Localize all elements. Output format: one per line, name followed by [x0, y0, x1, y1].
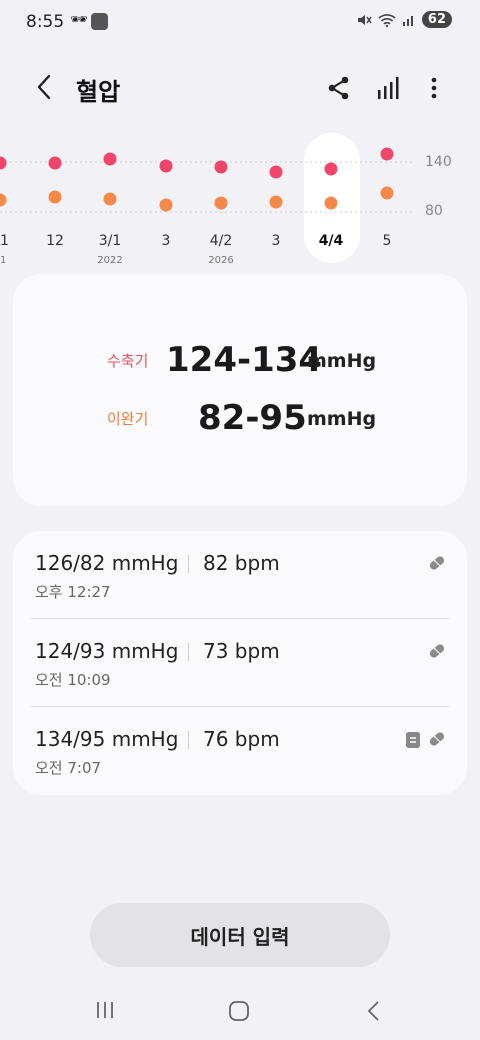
diastolic-point [48, 190, 62, 204]
systolic-point [380, 147, 394, 161]
x-tick-label[interactable]: 11 [0, 233, 25, 249]
record-item[interactable]: 126/82 mmHg 82 bpm 오후 12:27 [13, 531, 467, 619]
diastolic-label: 이완기 [107, 410, 149, 428]
pill-icon [429, 556, 445, 570]
x-tick-label[interactable]: 12 [30, 233, 80, 249]
diastolic-point [0, 193, 7, 207]
diastolic-point [159, 198, 173, 212]
systolic-point [0, 156, 7, 170]
record-time: 오전 10:09 [35, 671, 111, 689]
status-icons: 62 [356, 11, 452, 28]
system-nav-bar [0, 985, 480, 1040]
record-separator [188, 731, 189, 749]
x-tick-year: 21 [0, 255, 7, 266]
y-tick-140: 140 [425, 154, 452, 170]
record-separator [188, 643, 189, 661]
systolic-range: 124-134 [166, 340, 323, 380]
recent-apps-icon[interactable] [94, 999, 116, 1021]
record-item[interactable]: 124/93 mmHg 73 bpm 오전 10:09 [13, 619, 467, 707]
battery-icon: 62 [421, 11, 452, 28]
page-title: 혈압 [76, 78, 121, 106]
x-tick-year: 2026 [208, 255, 234, 266]
mute-icon [357, 14, 372, 25]
x-tick-label[interactable]: 3 [141, 233, 191, 249]
record-time: 오후 12:27 [35, 583, 111, 601]
record-item[interactable]: 134/95 mmHg 76 bpm 오전 7:07 [13, 707, 467, 795]
x-tick-label[interactable]: 5 [362, 233, 412, 249]
diastolic-point [380, 186, 394, 200]
record-separator [188, 555, 189, 573]
systolic-row: 수축기 124-134 mmHg [13, 340, 467, 380]
signal-icon [402, 15, 413, 26]
note-icon [406, 732, 420, 748]
record-bpm: 73 bpm [203, 639, 280, 663]
y-tick-80: 80 [425, 203, 443, 219]
app-notification-icon [91, 13, 108, 30]
x-tick-label[interactable]: 3 [251, 233, 301, 249]
pill-icon [429, 732, 445, 746]
status-time: 8:55 [26, 12, 65, 32]
systolic-unit: mmHg [307, 350, 377, 372]
systolic-point [214, 160, 228, 174]
systolic-point [48, 156, 62, 170]
back-icon[interactable] [364, 999, 384, 1023]
bp-trend-chart[interactable] [0, 130, 480, 230]
systolic-point [269, 165, 283, 179]
status-bar: 8:55 🕶 62 [0, 0, 480, 44]
wifi-icon [378, 13, 396, 27]
diastolic-unit: mmHg [307, 408, 377, 430]
x-tick-label[interactable]: 4/2 [196, 233, 246, 249]
diastolic-row: 이완기 82-95 mmHg [13, 398, 467, 438]
diastolic-point [214, 196, 228, 210]
pill-icon [429, 644, 445, 658]
systolic-point [103, 152, 117, 166]
record-time: 오전 7:07 [35, 759, 102, 777]
glasses-icon: 🕶 [70, 12, 88, 28]
chevron-left-icon[interactable] [32, 72, 58, 102]
share-icon[interactable] [325, 74, 353, 102]
more-vert-icon[interactable] [420, 74, 448, 102]
diastolic-point [324, 196, 338, 210]
systolic-label: 수축기 [107, 352, 149, 370]
data-input-button[interactable]: 데이터 입력 [90, 903, 390, 967]
data-input-label: 데이터 입력 [190, 924, 290, 949]
bp-summary-card: 수축기 124-134 mmHg 이완기 82-95 mmHg [13, 274, 467, 506]
record-bpm: 82 bpm [203, 551, 280, 575]
trend-icon[interactable] [375, 74, 403, 102]
record-bp: 126/82 mmHg [35, 551, 179, 575]
x-tick-label[interactable]: 3/1 [85, 233, 135, 249]
home-icon[interactable] [227, 999, 251, 1023]
record-bp: 124/93 mmHg [35, 639, 179, 663]
record-bp: 134/95 mmHg [35, 727, 179, 751]
x-tick-year: 2022 [97, 255, 123, 266]
app-bar: 혈압 [0, 60, 480, 116]
diastolic-point [269, 195, 283, 209]
x-tick-label[interactable]: 4/4 [306, 233, 356, 249]
record-bpm: 76 bpm [203, 727, 280, 751]
systolic-point [159, 159, 173, 173]
records-card: 126/82 mmHg 82 bpm 오후 12:27 124/93 mmHg … [13, 531, 467, 795]
diastolic-point [103, 192, 117, 206]
systolic-point [324, 162, 338, 176]
diastolic-range: 82-95 [198, 398, 307, 438]
